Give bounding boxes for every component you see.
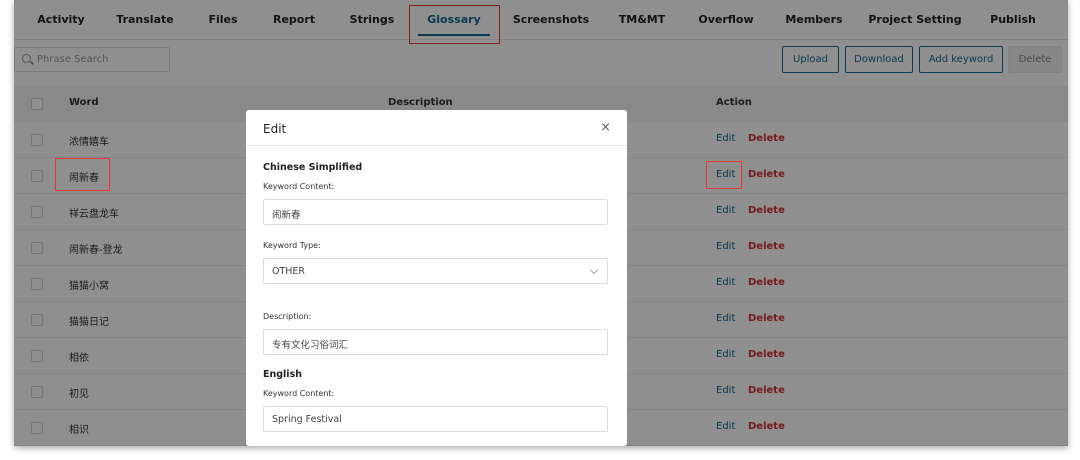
screenshot-frame: Activity Translate Files Report Strings … bbox=[14, 0, 1068, 446]
word-highlight-box bbox=[55, 158, 110, 191]
edit-highlight-box bbox=[706, 161, 742, 189]
chevron-down-icon bbox=[589, 265, 599, 275]
glossary-page: Activity Translate Files Report Strings … bbox=[14, 0, 1068, 446]
keyword-content-field[interactable]: 闹新春 bbox=[263, 199, 608, 225]
keyword-content-value: 闹新春 bbox=[272, 210, 301, 221]
edit-keyword-dialog: Edit × Chinese Simplified Keyword Conten… bbox=[246, 110, 627, 446]
keyword-type-value: OTHER bbox=[272, 266, 306, 277]
close-icon[interactable]: × bbox=[600, 120, 611, 135]
description-field[interactable]: 专有文化习俗词汇 bbox=[263, 329, 608, 355]
keyword-content-label: Keyword Content: bbox=[263, 182, 335, 191]
keyword-type-label: Keyword Type: bbox=[263, 241, 321, 250]
keyword-type-select[interactable]: OTHER bbox=[263, 258, 608, 284]
description-value: 专有文化习俗词汇 bbox=[272, 340, 349, 351]
english-keyword-content-label: Keyword Content: bbox=[263, 389, 335, 398]
dialog-header: Edit × bbox=[246, 110, 627, 146]
english-section-title: English bbox=[263, 369, 302, 380]
english-keyword-content-value: Spring Festival bbox=[272, 414, 342, 425]
dialog-title: Edit bbox=[263, 122, 287, 136]
english-keyword-content-field[interactable]: Spring Festival bbox=[263, 406, 608, 432]
chinese-simplified-section-title: Chinese Simplified bbox=[263, 162, 363, 173]
description-label: Description: bbox=[263, 312, 312, 321]
